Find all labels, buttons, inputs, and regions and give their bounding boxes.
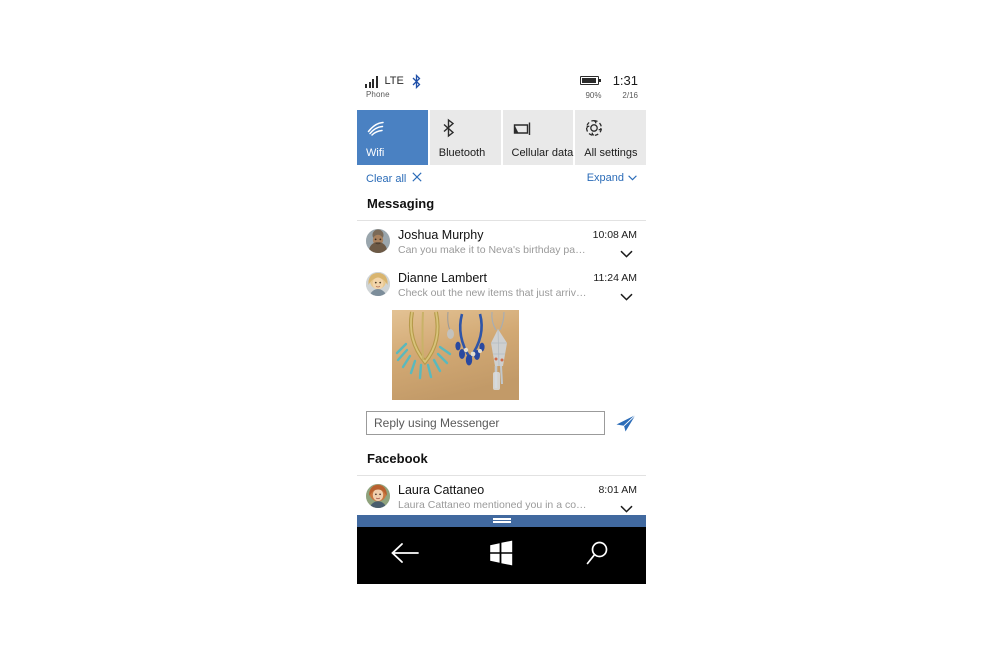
- group-title: Messaging: [367, 196, 435, 211]
- date-label: 2/16: [622, 91, 638, 100]
- quick-action-bluetooth[interactable]: Bluetooth: [429, 110, 501, 165]
- quick-action-cellular-data[interactable]: Cellular data: [502, 110, 574, 165]
- necklaces-photo[interactable]: [392, 310, 519, 400]
- send-paper-plane-icon[interactable]: [615, 412, 637, 434]
- reply-row: [357, 406, 646, 448]
- screenshot-canvas: LTE Phone 1:31 90% 2/16 Wifi Bluetooth C…: [0, 0, 996, 651]
- windows-start-icon: [488, 540, 514, 571]
- search-button[interactable]: [568, 536, 628, 576]
- quick-action-wifi-label: Wifi: [366, 147, 385, 159]
- notification-attachment-wrapper: [357, 307, 646, 406]
- notification-row[interactable]: Joshua Murphy Can you make it to Neva's …: [357, 221, 646, 264]
- group-header-messaging: Messaging: [357, 193, 646, 221]
- avatar: [366, 229, 390, 253]
- avatar: [366, 484, 390, 508]
- clear-all-label: Clear all: [366, 172, 407, 185]
- carrier-label: Phone: [366, 90, 390, 99]
- avatar: [366, 272, 390, 296]
- notification-time: 11:24 AM: [593, 272, 637, 284]
- chevron-down-icon[interactable]: [620, 245, 633, 263]
- back-arrow-icon: [390, 542, 420, 569]
- reply-input[interactable]: [366, 411, 605, 435]
- chevron-down-icon[interactable]: [620, 500, 633, 515]
- navigation-bar: [357, 527, 646, 584]
- status-bar: LTE Phone 1:31 90% 2/16: [357, 68, 646, 110]
- signal-bars-icon: [365, 76, 378, 88]
- notification-sender: Joshua Murphy: [398, 228, 484, 242]
- quick-action-all-settings[interactable]: All settings: [575, 110, 646, 165]
- clear-all-button[interactable]: Clear all: [366, 172, 422, 185]
- notification-time: 8:01 AM: [598, 484, 637, 496]
- close-icon: [412, 172, 422, 185]
- group-title: Facebook: [367, 451, 428, 466]
- bluetooth-icon: [411, 73, 422, 94]
- drag-handle-icon: [492, 518, 511, 523]
- group-header-facebook: Facebook: [357, 448, 646, 476]
- home-button[interactable]: [471, 536, 531, 576]
- clock-label: 1:31: [612, 73, 638, 88]
- cellular-data-icon: [512, 118, 532, 138]
- notification-sender: Laura Cattaneo: [398, 483, 485, 497]
- quick-action-wifi[interactable]: Wifi: [357, 110, 428, 165]
- notification-message: Laura Cattaneo mentioned you in a commen…: [398, 499, 587, 511]
- network-type-label: LTE: [384, 75, 404, 87]
- quick-action-bluetooth-label: Bluetooth: [438, 147, 486, 159]
- wifi-icon: [366, 118, 386, 138]
- gear-icon: [584, 118, 604, 138]
- back-button[interactable]: [375, 536, 435, 576]
- quick-action-all-settings-label: All settings: [584, 147, 638, 159]
- notification-message: Can you make it to Neva's birthday party…: [398, 244, 587, 256]
- search-icon: [584, 539, 612, 572]
- notification-message: Check out the new items that just arrive…: [398, 287, 587, 299]
- expand-label: Expand: [586, 172, 624, 184]
- action-row: Clear all Expand: [357, 165, 646, 193]
- notification-row[interactable]: Laura Cattaneo Laura Cattaneo mentioned …: [357, 476, 646, 515]
- battery-percent-label: 90%: [585, 91, 602, 100]
- chevron-down-icon[interactable]: [620, 288, 633, 306]
- notifications-scroll-area[interactable]: Clear all Expand Messaging Joshua Murphy…: [357, 165, 646, 515]
- battery-icon: [580, 76, 601, 85]
- notification-time: 10:08 AM: [592, 229, 637, 241]
- quick-actions-row: Wifi Bluetooth Cellular data All setting…: [357, 110, 646, 165]
- quick-action-cellular-data-label: Cellular data: [511, 147, 574, 159]
- chevron-down-icon: [628, 172, 637, 184]
- notification-row[interactable]: Dianne Lambert Check out the new items t…: [357, 264, 646, 307]
- drag-handle-bar[interactable]: [357, 515, 646, 527]
- status-bar-right: 1:31 90% 2/16: [580, 73, 638, 100]
- bluetooth-icon: [439, 118, 459, 138]
- phone-action-center-screen: LTE Phone 1:31 90% 2/16 Wifi Bluetooth C…: [357, 68, 646, 584]
- notification-sender: Dianne Lambert: [398, 271, 487, 285]
- expand-button[interactable]: Expand: [587, 172, 637, 184]
